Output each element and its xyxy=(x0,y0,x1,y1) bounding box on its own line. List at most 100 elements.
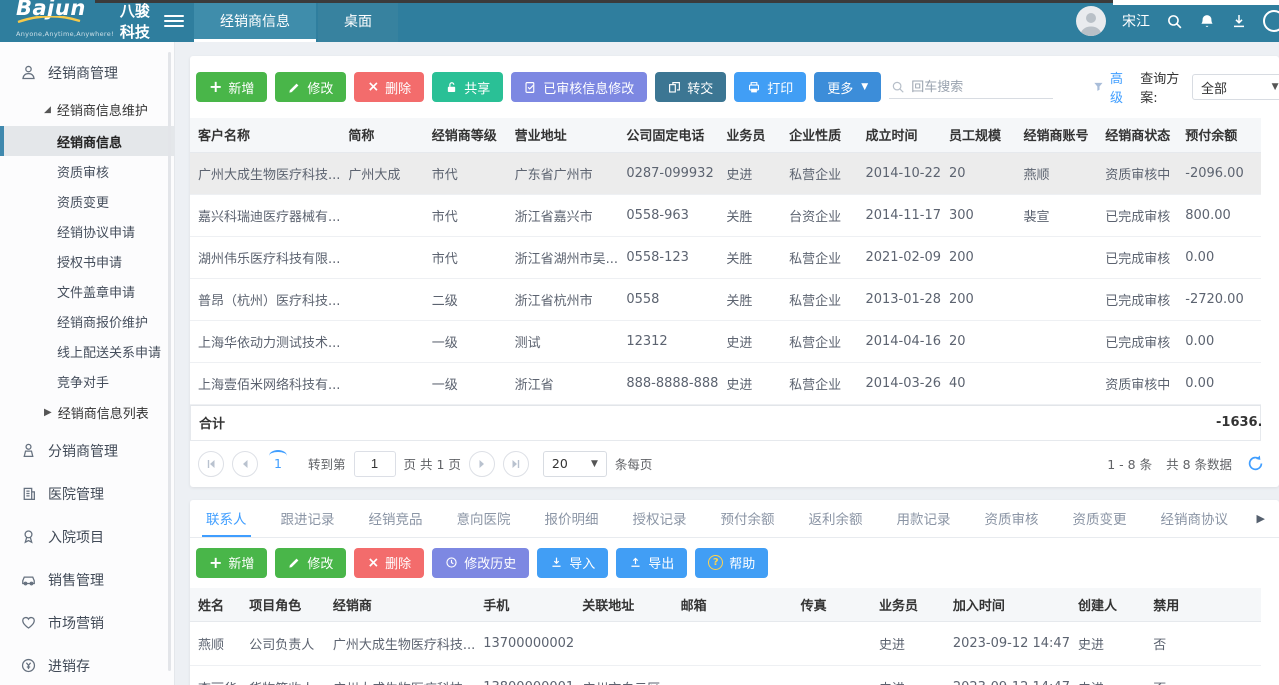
column-header[interactable]: 业务员 xyxy=(718,118,781,152)
sidebar-item-info-list[interactable]: ▶ 经销商信息列表 xyxy=(0,396,174,429)
detail-edit-button[interactable]: 修改 xyxy=(275,548,346,578)
customer-name-cell[interactable]: 普昂（杭州）医疗科技... xyxy=(190,278,340,320)
column-header[interactable]: 简称 xyxy=(340,118,423,152)
detail-tab[interactable]: 跟进记录 xyxy=(277,499,339,537)
column-header[interactable]: 关联地址 xyxy=(574,588,672,622)
search-input[interactable] xyxy=(911,79,1051,94)
sidebar-item-quote-maint[interactable]: 经销商报价维护 xyxy=(0,306,174,336)
sidebar-item-agreement-apply[interactable]: 经销协议申请 xyxy=(0,216,174,246)
column-header[interactable]: 项目角色 xyxy=(241,588,325,622)
column-header[interactable]: 创建人 xyxy=(1070,588,1145,622)
detail-delete-button[interactable]: ×删除 xyxy=(354,548,424,578)
sidebar-scrollbar[interactable] xyxy=(168,52,171,671)
detail-tab[interactable]: 返利余额 xyxy=(805,499,867,537)
sidebar-item-qual-change[interactable]: 资质变更 xyxy=(0,186,174,216)
sidebar-item-dealer-mgmt[interactable]: 经销商管理 xyxy=(0,52,174,93)
dealer-row[interactable]: 湖州伟乐医疗科技有限... 市代 浙江省湖州市吴... 0558-123 关胜 … xyxy=(190,236,1261,278)
goto-page-input[interactable] xyxy=(354,451,396,477)
dealer-row[interactable]: 普昂（杭州）医疗科技... 二级 浙江省杭州市 0558 关胜 私营企业 201… xyxy=(190,278,1261,320)
sidebar-item-sales-mgmt[interactable]: 销售管理 xyxy=(0,558,174,601)
tab-dealer-info[interactable]: 经销商信息 xyxy=(194,0,316,42)
column-header[interactable]: 经销商等级 xyxy=(424,118,507,152)
detail-add-button[interactable]: +新增 xyxy=(196,548,267,578)
menu-toggle-icon[interactable] xyxy=(164,15,184,27)
sidebar-item-dealer-info[interactable]: 经销商信息 xyxy=(0,126,174,156)
dealer-row[interactable]: 广州大成生物医疗科技... 广州大成 市代 广东省广州市 0287-099932… xyxy=(190,152,1261,194)
dealer-row[interactable]: 上海壹佰米网络科技有... 一级 浙江省 888-8888-888 史进 私营企… xyxy=(190,362,1261,404)
sidebar-item-competitor[interactable]: 竞争对手 xyxy=(0,366,174,396)
contact-row[interactable]: 燕顺 公司负责人 广州大成生物医疗科技... 13700000002 史进 20… xyxy=(190,622,1261,666)
bell-icon[interactable] xyxy=(1199,13,1215,30)
column-header[interactable]: 传真 xyxy=(793,588,871,622)
sidebar-item-seal-apply[interactable]: 文件盖章申请 xyxy=(0,276,174,306)
column-header[interactable]: 经销商账号 xyxy=(1016,118,1098,152)
column-header[interactable]: 业务员 xyxy=(871,588,945,622)
mobile-cell[interactable]: 13800000001 xyxy=(475,666,574,685)
first-page-button[interactable] xyxy=(198,451,224,477)
detail-tab[interactable]: 经销竞品 xyxy=(365,499,427,537)
detail-tab[interactable]: 用款记录 xyxy=(893,499,955,537)
export-button[interactable]: 导出 xyxy=(616,548,687,578)
dealer-row[interactable]: 上海华依动力测试技术... 一级 测试 12312 史进 私营企业 2014-0… xyxy=(190,320,1261,362)
sidebar-item-qual-audit[interactable]: 资质审核 xyxy=(0,156,174,186)
edit-button[interactable]: 修改 xyxy=(275,72,346,102)
column-header[interactable]: 姓名 xyxy=(190,588,241,622)
share-button[interactable]: 共享 xyxy=(432,72,503,102)
page-size-select[interactable]: 20 ▼ xyxy=(543,451,607,477)
next-page-button[interactable] xyxy=(469,451,495,477)
sidebar-item-delivery-apply[interactable]: 线上配送关系申请 xyxy=(0,336,174,366)
column-header[interactable]: 加入时间 xyxy=(945,588,1070,622)
detail-tab[interactable]: 资质审核 xyxy=(981,499,1043,537)
more-button[interactable]: 更多▼ xyxy=(814,72,881,102)
tab-desktop[interactable]: 桌面 xyxy=(318,0,398,42)
sidebar-item-auth-apply[interactable]: 授权书申请 xyxy=(0,246,174,276)
audited-edit-button[interactable]: 已审核信息修改 xyxy=(511,72,647,102)
column-header[interactable]: 成立时间 xyxy=(857,118,941,152)
column-header[interactable]: 预付余额 xyxy=(1177,118,1261,152)
column-header[interactable]: 营业地址 xyxy=(507,118,619,152)
prev-page-button[interactable] xyxy=(232,451,258,477)
edit-history-button[interactable]: 修改历史 xyxy=(432,548,529,578)
detail-tab[interactable]: 经销商协议 xyxy=(1157,499,1233,537)
user-name[interactable]: 宋江 xyxy=(1122,11,1150,31)
column-header[interactable]: 禁用 xyxy=(1145,588,1261,622)
contact-row[interactable]: 李丽华 货物签收人 广州大成生物医疗科技... 13800000001 广州市白… xyxy=(190,666,1261,685)
detail-tab[interactable]: 预付余额 xyxy=(717,499,779,537)
column-header[interactable]: 手机 xyxy=(475,588,574,622)
advanced-link[interactable]: 高级 xyxy=(1110,68,1130,106)
column-header[interactable]: 员工规模 xyxy=(941,118,1016,152)
sidebar-item-admission-project[interactable]: 入院项目 xyxy=(0,515,174,558)
column-header[interactable]: 企业性质 xyxy=(781,118,857,152)
detail-tab[interactable]: 授权记录 xyxy=(629,499,691,537)
customer-name-cell[interactable]: 嘉兴科瑞迪医疗器械有... xyxy=(190,194,340,236)
delete-button[interactable]: ×删除 xyxy=(354,72,424,102)
sidebar-item-hospital-mgmt[interactable]: 医院管理 xyxy=(0,472,174,515)
download-icon[interactable] xyxy=(1231,13,1247,29)
search-icon[interactable] xyxy=(1166,13,1183,30)
transfer-button[interactable]: 转交 xyxy=(655,72,726,102)
customer-name-cell[interactable]: 上海壹佰米网络科技有... xyxy=(190,362,340,404)
column-header[interactable]: 经销商 xyxy=(325,588,475,622)
refresh-icon[interactable] xyxy=(1246,454,1265,473)
sidebar-item-inventory[interactable]: 进销存 xyxy=(0,644,174,685)
customer-name-cell[interactable]: 湖州伟乐医疗科技有限... xyxy=(190,236,340,278)
query-plan-select[interactable]: 全部 ▼ xyxy=(1192,74,1279,100)
detail-tab[interactable]: 意向医院 xyxy=(453,499,515,537)
help-button[interactable]: ?帮助 xyxy=(695,548,768,578)
tabs-scroll-right-icon[interactable]: ▶ xyxy=(1257,512,1265,525)
sidebar-item-info-maint[interactable]: ◢ 经销商信息维护 xyxy=(0,93,174,126)
column-header[interactable]: 经销商状态 xyxy=(1097,118,1177,152)
dealer-link-cell[interactable]: 广州大成生物医疗科技... xyxy=(325,666,475,685)
last-page-button[interactable] xyxy=(503,451,529,477)
detail-tab[interactable]: 联系人 xyxy=(202,499,251,537)
customer-name-cell[interactable]: 广州大成生物医疗科技... xyxy=(190,152,340,194)
customer-name-cell[interactable]: 上海华依动力测试技术... xyxy=(190,320,340,362)
detail-tab[interactable]: 报价明细 xyxy=(541,499,603,537)
sidebar-item-marketing[interactable]: 市场营销 xyxy=(0,601,174,644)
column-header[interactable]: 公司固定电话 xyxy=(618,118,718,152)
filter-funnel-icon[interactable] xyxy=(1093,80,1104,94)
avatar[interactable] xyxy=(1076,6,1106,36)
print-button[interactable]: 打印 xyxy=(734,72,806,102)
column-header[interactable]: 客户名称 xyxy=(190,118,340,152)
help-icon-partial[interactable] xyxy=(1263,10,1279,32)
